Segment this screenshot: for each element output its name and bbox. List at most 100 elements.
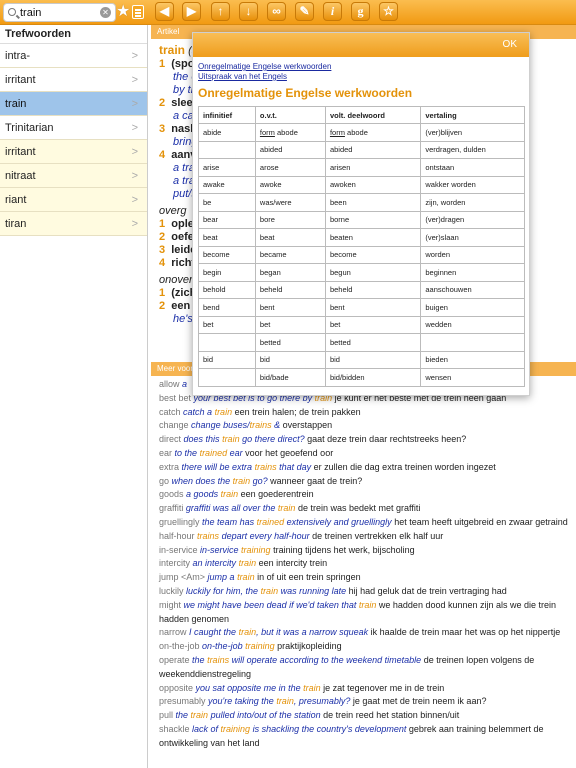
example-row[interactable]: might we might have been dead if we'd ta… <box>159 599 571 627</box>
example-keyword[interactable]: jump <Am> <box>159 572 205 582</box>
star-icon[interactable]: ★ <box>116 3 130 21</box>
table-cell: form abode <box>324 123 422 142</box>
example-keyword[interactable]: half-hour <box>159 531 195 541</box>
sidebar-item[interactable]: nitraat > <box>0 164 147 188</box>
example-keyword[interactable]: allow <box>159 379 180 389</box>
table-cell <box>420 333 525 352</box>
sense-number: 2 <box>159 231 166 243</box>
info-button[interactable]: i <box>323 2 342 21</box>
ok-button[interactable]: OK <box>503 39 517 50</box>
search-input[interactable] <box>20 6 100 20</box>
example-keyword[interactable]: shackle <box>159 724 190 734</box>
example-dutch: je zat tegenover me in de trein <box>323 682 445 693</box>
sidebar-item[interactable]: tiran > <box>0 212 147 236</box>
search-box[interactable]: ✕ <box>3 3 116 22</box>
example-keyword[interactable]: in-service <box>159 545 198 555</box>
example-dutch: de trein was bedekt met graffiti <box>297 503 421 514</box>
link-button[interactable]: ∞ <box>267 2 286 21</box>
example-keyword[interactable]: goods <box>159 489 184 499</box>
example-keyword[interactable]: catch <box>159 407 181 417</box>
favorite-button[interactable]: ☆ <box>379 2 398 21</box>
clear-icon[interactable]: ✕ <box>100 7 111 18</box>
table-cell: abide <box>198 123 256 142</box>
list-icon[interactable] <box>132 5 144 19</box>
edit-button[interactable]: ✎ <box>295 2 314 21</box>
example-row[interactable]: catch catch a train een trein halen; de … <box>159 406 571 420</box>
table-header: vertaling <box>420 106 525 124</box>
example-keyword[interactable]: change <box>159 420 189 430</box>
search-icon <box>8 8 16 16</box>
popup-header: OK <box>193 33 529 57</box>
example-row[interactable]: ear to the trained ear voor het geoefend… <box>159 447 571 461</box>
example-row[interactable]: jump <Am> jump a train in of uit een tre… <box>159 571 571 585</box>
example-keyword[interactable]: narrow <box>159 627 187 637</box>
example-keyword[interactable]: graffiti <box>159 503 183 513</box>
example-keyword[interactable]: direct <box>159 434 181 444</box>
sidebar: Trefwoorden intra- > irritant > train > Tri… <box>0 25 148 768</box>
example-row[interactable]: direct does this train go there direct? … <box>159 433 571 447</box>
table-cell: bieden <box>420 350 525 369</box>
example-row[interactable]: gruellingly the team has trained extensi… <box>159 516 571 530</box>
sidebar-item[interactable]: irritant > <box>0 140 147 164</box>
example-row[interactable]: shackle lack of training is shackling th… <box>159 723 571 751</box>
example-row[interactable]: on-the-job on-the-job training praktijko… <box>159 640 571 654</box>
example-row[interactable]: intercity an intercity train een interci… <box>159 557 571 571</box>
examples-list: allow a best bet your best bet is to go t… <box>159 378 571 751</box>
sidebar-item[interactable]: intra- > <box>0 44 147 68</box>
table-cell: bid/bidden <box>324 368 422 387</box>
example-keyword[interactable]: operate <box>159 655 190 665</box>
irregular-verbs-link[interactable]: Onregelmatige Engelse werkwoorden <box>198 62 524 72</box>
example-keyword[interactable]: presumably <box>159 696 206 706</box>
table-cell: betted <box>324 333 422 352</box>
example-row[interactable]: pull the train pulled into/out of the st… <box>159 709 571 723</box>
example-keyword[interactable]: go <box>159 476 169 486</box>
up-button[interactable]: ↑ <box>211 2 230 21</box>
example-english: to the trained ear <box>174 447 243 458</box>
sidebar-item-selected[interactable]: train > <box>0 92 147 116</box>
example-row[interactable]: half-hour trains depart every half-hour … <box>159 530 571 544</box>
example-row[interactable]: in-service in-service training training … <box>159 544 571 558</box>
example-keyword[interactable]: pull <box>159 710 173 720</box>
example-dutch: de trein reed het station binnen/uit <box>323 710 460 721</box>
example-english: the trains will operate according to the… <box>192 654 422 665</box>
example-english: I caught the train, but it was a narrow … <box>189 627 369 638</box>
table-header: o.v.t. <box>254 106 326 124</box>
example-row[interactable]: luckily luckily for him, the train was r… <box>159 585 571 599</box>
example-row[interactable]: opposite you sat opposite me in the trai… <box>159 682 571 696</box>
example-keyword[interactable]: opposite <box>159 683 193 693</box>
sense-text: nasl <box>171 123 194 135</box>
down-button[interactable]: ↓ <box>239 2 258 21</box>
example-dutch: een intercity trein <box>258 558 328 569</box>
example-row[interactable]: goods a goods train een goederentrein <box>159 488 571 502</box>
example-keyword[interactable]: gruellingly <box>159 517 200 527</box>
example-keyword[interactable]: best bet <box>159 393 191 403</box>
example-keyword[interactable]: luckily <box>159 586 184 596</box>
example-row[interactable]: extra there will be extra trains that da… <box>159 461 571 475</box>
example-english: trains depart every half-hour <box>197 530 310 541</box>
example-row[interactable]: change change buses/trains & overstappen <box>159 419 571 433</box>
example-row[interactable]: presumably you're taking the train, pres… <box>159 695 571 709</box>
example-keyword[interactable]: extra <box>159 462 179 472</box>
sidebar-item[interactable]: riant > <box>0 188 147 212</box>
example-row[interactable]: narrow I caught the train, but it was a … <box>159 626 571 640</box>
table-row: become became become worden <box>198 245 525 264</box>
example-english: does this train go there direct? <box>183 434 305 445</box>
table-cell: bent <box>324 298 422 317</box>
grammar-button[interactable]: g <box>351 2 370 21</box>
grammar-label: overg <box>159 205 187 217</box>
pronunciation-link[interactable]: Uitspraak van het Engels <box>198 72 524 82</box>
sidebar-item[interactable]: irritant > <box>0 68 147 92</box>
example-row[interactable]: graffiti graffiti was all over the train… <box>159 502 571 516</box>
table-cell: beat <box>254 228 326 247</box>
table-cell: betted <box>254 333 326 352</box>
example-row[interactable]: go when does the train go? wanneer gaat … <box>159 475 571 489</box>
forward-button[interactable]: ▶ <box>182 2 201 21</box>
example-keyword[interactable]: on-the-job <box>159 641 200 651</box>
table-cell <box>198 368 256 387</box>
example-keyword[interactable]: intercity <box>159 558 190 568</box>
example-keyword[interactable]: ear <box>159 448 172 458</box>
sidebar-item[interactable]: Trinitarian > <box>0 116 147 140</box>
example-row[interactable]: operate the trains will operate accordin… <box>159 654 571 682</box>
back-button[interactable]: ◀ <box>155 2 174 21</box>
example-keyword[interactable]: might <box>159 600 181 610</box>
